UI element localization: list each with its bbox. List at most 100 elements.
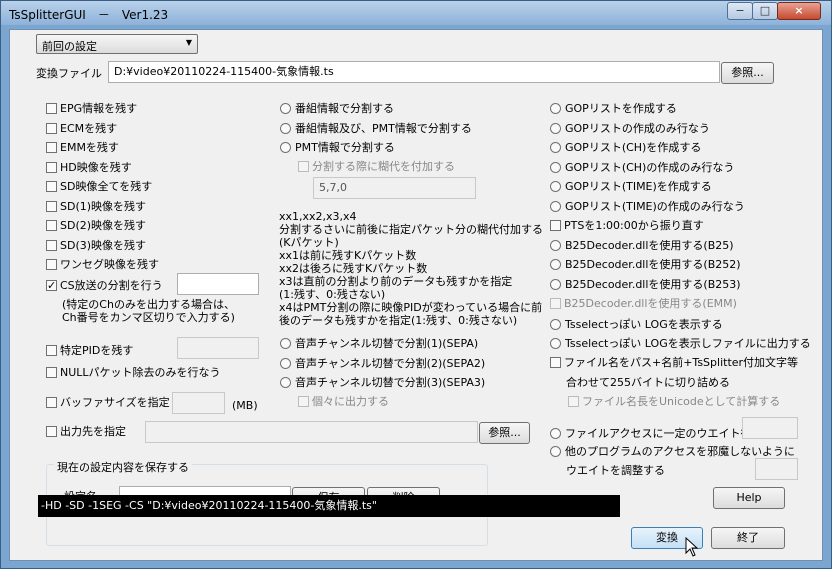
gop-list-only-radio[interactable]: GOPリストの作成のみ行なう — [550, 120, 710, 136]
file-wait-radio[interactable]: ファイルアクセスに一定のウエイト行なう — [550, 425, 773, 441]
checkbox-box — [550, 356, 561, 368]
split-program-pmt-label: 番組情報及び、PMT情報で分割する — [295, 122, 472, 135]
epg-checkbox[interactable]: EPG情報を残す — [46, 100, 137, 116]
b253-radio[interactable]: B25Decoder.dllを使用する(B253) — [550, 276, 741, 292]
radio-circle — [550, 445, 561, 457]
buffer-unit-label: (MB) — [232, 399, 258, 412]
gop-list-label: GOPリストを作成する — [565, 102, 677, 115]
radio-circle — [280, 102, 291, 114]
emm-checkbox[interactable]: EMMを残す — [46, 139, 119, 155]
output-dir-checkbox[interactable]: 出力先を指定 — [46, 423, 126, 439]
log-display-radio[interactable]: Tsselectっぽい LOGを表示する — [550, 316, 723, 332]
output-dir-input[interactable] — [145, 421, 478, 443]
radio-circle — [550, 180, 561, 192]
b25-emm-checkbox[interactable]: B25Decoder.dllを使用する(EMM) — [550, 295, 737, 311]
radio-circle — [550, 337, 561, 349]
hd-checkbox[interactable]: HD映像を残す — [46, 159, 132, 175]
oneseg-label: ワンセグ映像を残す — [60, 258, 159, 271]
filename-truncate-label-line2: 合わせて255バイトに切り詰める — [566, 376, 730, 389]
b25-radio[interactable]: B25Decoder.dllを使用する(B25) — [550, 237, 734, 253]
exit-button[interactable]: 終了 — [711, 527, 785, 549]
checkbox-box — [46, 102, 57, 114]
checkbox-box — [46, 425, 57, 437]
sd3-checkbox[interactable]: SD(3)映像を残す — [46, 237, 146, 253]
gop-time-only-label: GOPリスト(TIME)の作成のみ行なう — [565, 200, 745, 213]
title-bar[interactable]: TsSplitterGUI － Ver1.23 − □ × — [1, 1, 831, 25]
file-path-input[interactable]: D:¥video¥20110224-115400-気象情報.ts — [108, 61, 720, 83]
pid-label: 特定PIDを残す — [60, 344, 134, 357]
filename-truncate-checkbox[interactable]: ファイル名をパス+名前+TsSplitter付加文字等 — [550, 354, 798, 370]
pid-checkbox[interactable]: 特定PIDを残す — [46, 342, 133, 358]
separate-output-checkbox[interactable]: 個々に出力する — [298, 393, 389, 409]
command-line-display: -HD -SD -1SEG -CS "D:¥video¥20110224-115… — [38, 495, 620, 517]
file-browse-button[interactable]: 参照... — [721, 62, 774, 84]
buffer-size-input[interactable] — [172, 392, 225, 414]
checkbox-box — [46, 258, 57, 270]
preset-dropdown-value: 前回の設定 — [42, 40, 97, 53]
checkbox-box — [298, 395, 309, 407]
checkbox-box — [550, 297, 561, 309]
emm-label: EMMを残す — [60, 141, 119, 154]
cs-channel-input[interactable] — [177, 273, 259, 295]
adjust-wait-radio[interactable]: 他のプログラムのアクセスを邪魔しないように — [550, 443, 795, 459]
b252-label: B25Decoder.dllを使用する(B252) — [565, 258, 741, 271]
b252-radio[interactable]: B25Decoder.dllを使用する(B252) — [550, 256, 741, 272]
log-file-label: Tsselectっぽい LOGを表示しファイルに出力する — [565, 337, 811, 350]
cs-split-note: (特定のChのみを出力する場合は、 Ch番号をカンマ区切りで入力する) — [62, 298, 235, 324]
sd-all-checkbox[interactable]: SD映像全てを残す — [46, 178, 152, 194]
radio-circle — [550, 427, 561, 439]
file-label: 変換ファイル — [36, 67, 102, 80]
radio-circle — [280, 337, 291, 349]
buffer-size-checkbox[interactable]: バッファサイズを指定 — [46, 394, 170, 410]
split-sepa3-radio[interactable]: 音声チャンネル切替で分割(3)(SEPA3) — [280, 374, 485, 390]
split-sepa2-label: 音声チャンネル切替で分割(2)(SEPA2) — [295, 357, 486, 370]
checkbox-box — [46, 141, 57, 153]
cs-split-checkbox[interactable]: ✓ CS放送の分割を行う — [46, 277, 163, 293]
gop-list-radio[interactable]: GOPリストを作成する — [550, 100, 677, 116]
unicode-length-checkbox[interactable]: ファイル名長をUnicodeとして計算する — [568, 393, 780, 409]
b253-label: B25Decoder.dllを使用する(B253) — [565, 278, 741, 291]
checkbox-box — [46, 344, 57, 356]
sd1-checkbox[interactable]: SD(1)映像を残す — [46, 198, 146, 214]
close-button[interactable]: × — [777, 2, 821, 20]
gop-ch-only-radio[interactable]: GOPリスト(CH)の作成のみ行なう — [550, 159, 734, 175]
checkbox-box — [298, 160, 309, 172]
radio-circle — [550, 161, 561, 173]
b25-label: B25Decoder.dllを使用する(B25) — [565, 239, 734, 252]
checkbox-box — [550, 219, 561, 231]
adjust-wait-label-line2: ウエイトを調整する — [566, 464, 665, 477]
log-file-radio[interactable]: Tsselectっぽい LOGを表示しファイルに出力する — [550, 335, 811, 351]
null-packet-checkbox[interactable]: NULLパケット除去のみを行なう — [46, 364, 221, 380]
split-sepa2-radio[interactable]: 音声チャンネル切替で分割(2)(SEPA2) — [280, 355, 485, 371]
radio-circle — [550, 278, 561, 290]
radio-circle — [550, 122, 561, 134]
gop-time-radio[interactable]: GOPリスト(TIME)を作成する — [550, 178, 712, 194]
checkbox-box — [568, 395, 579, 407]
file-wait-input[interactable] — [742, 417, 798, 439]
adjust-wait-input[interactable] — [755, 458, 798, 480]
pid-input[interactable] — [177, 337, 259, 359]
mouse-cursor-icon — [685, 537, 699, 557]
adjust-wait-label: 他のプログラムのアクセスを邪魔しないように — [565, 445, 795, 458]
margin-input[interactable]: 5,7,0 — [313, 177, 476, 199]
preset-dropdown[interactable]: 前回の設定 ▼ — [36, 34, 198, 54]
gop-ch-only-label: GOPリスト(CH)の作成のみ行なう — [565, 161, 735, 174]
minimize-button[interactable]: − — [727, 2, 753, 20]
oneseg-checkbox[interactable]: ワンセグ映像を残す — [46, 256, 159, 272]
ecm-checkbox[interactable]: ECMを残す — [46, 120, 117, 136]
output-dir-browse-button[interactable]: 参照... — [479, 422, 530, 444]
gop-time-only-radio[interactable]: GOPリスト(TIME)の作成のみ行なう — [550, 198, 745, 214]
sd2-checkbox[interactable]: SD(2)映像を残す — [46, 217, 146, 233]
radio-circle — [280, 357, 291, 369]
split-program-radio[interactable]: 番組情報で分割する — [280, 100, 394, 116]
gop-ch-radio[interactable]: GOPリスト(CH)を作成する — [550, 139, 701, 155]
split-pmt-radio[interactable]: PMT情報で分割する — [280, 139, 395, 155]
split-program-pmt-radio[interactable]: 番組情報及び、PMT情報で分割する — [280, 120, 472, 136]
help-button[interactable]: Help — [713, 487, 785, 509]
split-sepa1-radio[interactable]: 音声チャンネル切替で分割(1)(SEPA) — [280, 335, 478, 351]
radio-circle — [280, 122, 291, 134]
pts-checkbox[interactable]: PTSを1:00:00から振り直す — [550, 217, 704, 233]
maximize-button[interactable]: □ — [752, 2, 778, 20]
gop-ch-label: GOPリスト(CH)を作成する — [565, 141, 702, 154]
margin-checkbox[interactable]: 分割する際に糊代を付加する — [298, 158, 455, 174]
